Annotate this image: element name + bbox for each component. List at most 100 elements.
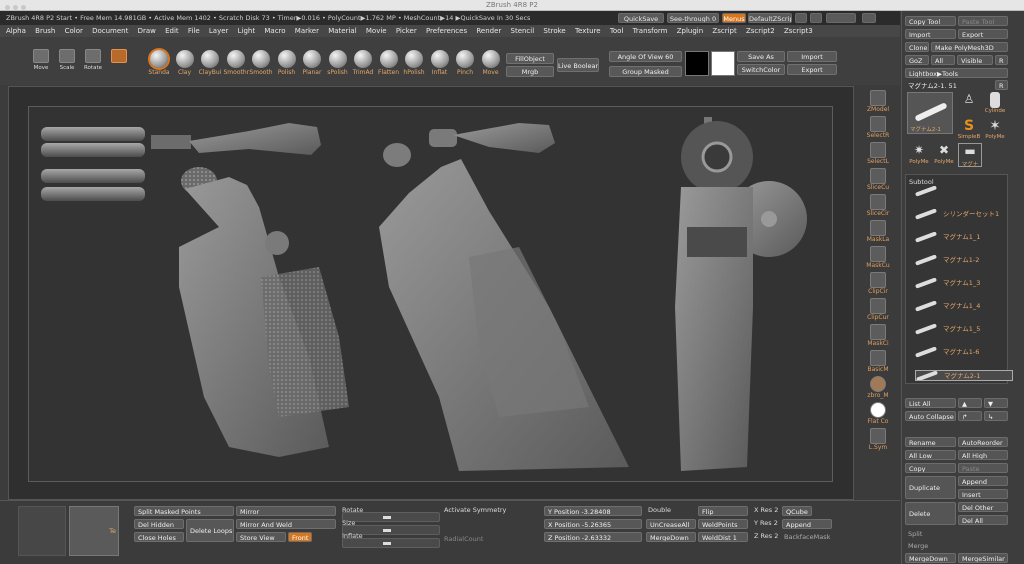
right-shelf-item-11[interactable]: zbro_M — [857, 376, 899, 399]
tool-thumb-simpleb[interactable]: S SimpleB — [957, 118, 981, 142]
secondary-color-swatch[interactable] — [711, 51, 735, 76]
subtool-row[interactable]: マグナム2-1 — [915, 370, 1013, 381]
menu-brush[interactable]: Brush — [35, 27, 55, 35]
right-shelf-item-12[interactable]: Flat Co — [857, 402, 899, 425]
del-hidden-button[interactable]: Del Hidden — [134, 519, 184, 529]
tool-thumb-magna[interactable]: ▬ マグナ — [958, 143, 982, 168]
merge-similar-button[interactable]: MergeSimilar — [958, 553, 1008, 563]
menu-preferences[interactable]: Preferences — [426, 27, 467, 35]
del-all-button[interactable]: Del All — [958, 515, 1008, 525]
merge-section[interactable]: Merge — [908, 542, 928, 550]
rotate-tool[interactable]: Rotate — [82, 49, 104, 73]
switch-color-button[interactable]: SwitchColor — [737, 64, 785, 75]
right-shelf-item-5[interactable]: MaskLa — [857, 220, 899, 243]
move-right-button[interactable]: ↳ — [984, 411, 1008, 421]
right-shelf-item-6[interactable]: MaskCu — [857, 246, 899, 269]
right-shelf-item-9[interactable]: MaskCi — [857, 324, 899, 347]
move-tool[interactable]: Move — [30, 49, 52, 73]
subtool-row[interactable]: マグナム1_1 — [915, 232, 1013, 243]
right-shelf-item-2[interactable]: SelectL — [857, 142, 899, 165]
brush-13[interactable]: Move — [479, 50, 503, 76]
append-button[interactable]: Append — [958, 476, 1008, 486]
brush-11[interactable]: Inflat — [428, 50, 452, 76]
default-zscript-button[interactable]: DefaultZScript — [748, 13, 792, 23]
store-view-button[interactable]: Store View — [236, 532, 286, 542]
brush-7[interactable]: sPolish — [326, 50, 350, 76]
menu-file[interactable]: File — [188, 27, 200, 35]
rename-button[interactable]: Rename — [905, 437, 956, 447]
menu-stroke[interactable]: Stroke — [543, 27, 565, 35]
uncrease-all-button[interactable]: UnCreaseAll — [646, 519, 696, 529]
weld-dist-slider[interactable]: WeldDist 1 — [698, 532, 748, 542]
brush-9[interactable]: Flatten — [377, 50, 401, 76]
brush-2[interactable]: ClayBui — [198, 50, 222, 76]
brush-6[interactable]: Planar — [300, 50, 324, 76]
delete-loops-button[interactable]: Delete Loops — [186, 519, 234, 542]
tool-thumb-polyme2[interactable]: ✖ PolyMe — [932, 143, 956, 167]
gizmo-toggle[interactable] — [108, 49, 130, 73]
menu-light[interactable]: Light — [238, 27, 255, 35]
x-position-field[interactable]: X Position -5.26365 — [544, 519, 642, 529]
x-res-slider[interactable]: X Res 2 — [754, 506, 778, 514]
layout2-icon[interactable] — [810, 13, 822, 23]
mrgb-button[interactable]: Mrgb — [506, 66, 554, 77]
menu-zscript3[interactable]: Zscript3 — [784, 27, 813, 35]
fill-object-button[interactable]: FillObject — [506, 53, 554, 64]
brush-4[interactable]: Smooth — [249, 50, 273, 76]
paste-tool-button[interactable]: Paste Tool — [958, 16, 1008, 26]
subtool-row[interactable]: シリンダーセット1 — [915, 209, 1013, 220]
see-through-slider[interactable]: See-through 0 — [667, 13, 719, 23]
print-icon[interactable] — [862, 13, 876, 23]
window-tools-icon[interactable] — [826, 13, 856, 23]
right-shelf-item-1[interactable]: SelectR — [857, 116, 899, 139]
right-shelf-item-13[interactable]: L.Sym — [857, 428, 899, 451]
make-polymesh-button[interactable]: Make PolyMesh3D — [931, 42, 1008, 52]
current-tool-r-button[interactable]: R — [995, 80, 1008, 90]
mirror-button[interactable]: Mirror — [236, 506, 336, 516]
menu-stencil[interactable]: Stencil — [511, 27, 535, 35]
right-shelf-item-0[interactable]: ZModel — [857, 90, 899, 113]
menu-draw[interactable]: Draw — [138, 27, 156, 35]
brush-8[interactable]: TrimAd — [351, 50, 375, 76]
menu-color[interactable]: Color — [65, 27, 83, 35]
primary-color-swatch[interactable] — [685, 51, 709, 76]
panel-import-button[interactable]: Import — [905, 29, 956, 39]
menu-transform[interactable]: Transform — [633, 27, 668, 35]
copy-tool-button[interactable]: Copy Tool — [905, 16, 956, 26]
menu-texture[interactable]: Texture — [575, 27, 601, 35]
front-view-button[interactable]: Front — [288, 532, 312, 542]
menu-render[interactable]: Render — [476, 27, 501, 35]
menu-zscript[interactable]: Zscript — [712, 27, 736, 35]
rotate-slider[interactable] — [342, 512, 440, 522]
menu-edit[interactable]: Edit — [165, 27, 179, 35]
subtool-row[interactable]: マグナム1_5 — [915, 324, 1013, 335]
clone-button[interactable]: Clone — [905, 42, 929, 52]
brush-3[interactable]: Smoothr — [224, 50, 249, 76]
z-res-slider[interactable]: Z Res 2 — [754, 532, 778, 540]
split-section[interactable]: Split — [908, 530, 922, 538]
y-res-slider[interactable]: Y Res 2 — [754, 519, 778, 527]
list-all-button[interactable]: List All — [905, 398, 956, 408]
del-other-button[interactable]: Del Other — [958, 502, 1008, 512]
auto-reorder-button[interactable]: AutoReorder — [958, 437, 1008, 447]
scale-tool[interactable]: Scale — [56, 49, 78, 73]
move-left-button[interactable]: ↱ — [958, 411, 982, 421]
panel-export-button[interactable]: Export — [958, 29, 1008, 39]
activate-symmetry-button[interactable]: Activate Symmetry — [444, 506, 506, 514]
split-masked-points-button[interactable]: Split Masked Points — [134, 506, 234, 516]
menus-button[interactable]: Menus — [722, 13, 746, 23]
auto-collapse-button[interactable]: Auto Collapse — [905, 411, 956, 421]
double-button[interactable]: Double — [648, 506, 671, 514]
close-holes-button[interactable]: Close Holes — [134, 532, 184, 542]
save-as-button[interactable]: Save As — [737, 51, 785, 62]
menu-tool[interactable]: Tool — [610, 27, 624, 35]
subtool-row[interactable]: マグナム1-2 — [915, 255, 1013, 266]
subtool-row[interactable]: マグナム1_4 — [915, 301, 1013, 312]
copy-button[interactable]: Copy — [905, 463, 956, 473]
right-shelf-item-7[interactable]: ClipCir — [857, 272, 899, 295]
tool-thumb-figure[interactable]: ♙ — [957, 92, 981, 116]
brush-10[interactable]: hPolish — [402, 50, 426, 76]
menu-zscript2[interactable]: Zscript2 — [746, 27, 775, 35]
move-down-button[interactable]: ▼ — [984, 398, 1008, 408]
y-position-field[interactable]: Y Position -3.28408 — [544, 506, 642, 516]
